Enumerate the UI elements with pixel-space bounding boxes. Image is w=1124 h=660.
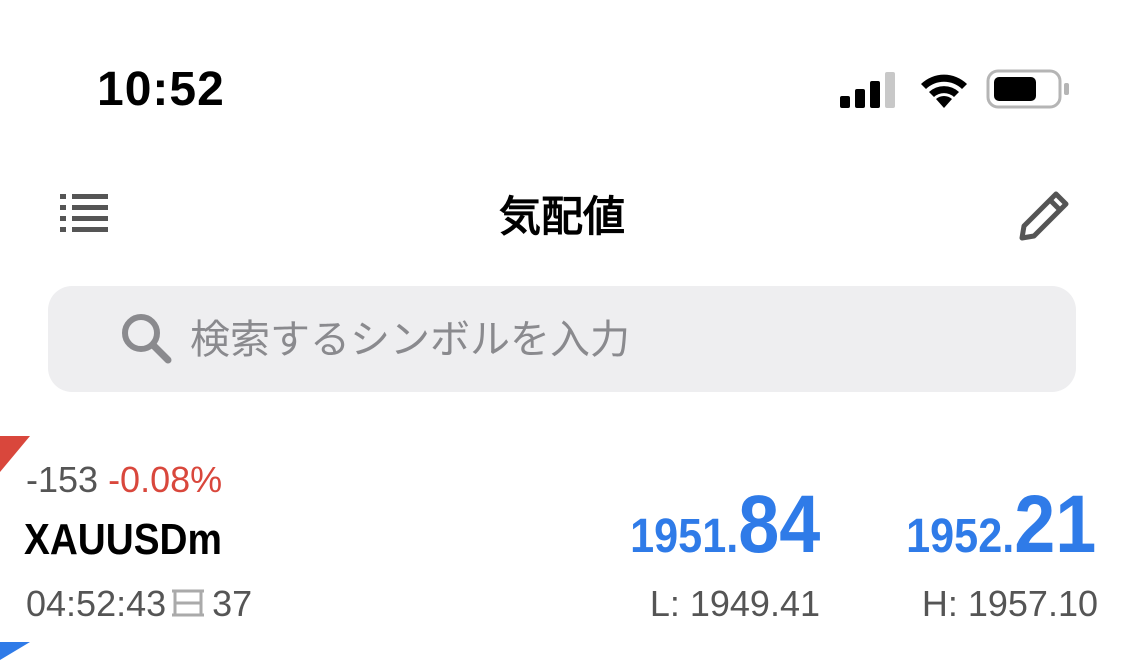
change-info: -153 -0.08%	[26, 458, 222, 502]
search-input[interactable]	[188, 304, 1052, 376]
change-points: -153	[26, 459, 99, 500]
quote-row-xauusdm[interactable]: -153 -0.08% XAUUSDm 04:52:43 37 1951.84 1…	[0, 436, 1124, 660]
search-icon	[122, 314, 172, 364]
wifi-icon	[921, 74, 967, 108]
high-price: H: 1957.10	[921, 583, 1098, 624]
tick-info: 04:52:43 37	[26, 582, 252, 626]
spread-value: 37	[212, 583, 253, 624]
status-time: 10:52	[97, 63, 225, 116]
symbol-name: XAUUSDm	[24, 515, 222, 564]
ask-price-main: 21	[1013, 479, 1096, 570]
bid-price-main: 84	[737, 479, 820, 570]
bid-price-prefix: 1951.	[629, 510, 738, 563]
next-row-indicator	[0, 642, 30, 660]
bid-price: 1951.84	[630, 480, 820, 593]
ask-price: 1952.21	[906, 480, 1096, 593]
pencil-icon[interactable]	[1016, 186, 1074, 244]
change-percent: -0.08%	[108, 459, 223, 500]
cellular-signal-icon	[840, 72, 895, 108]
page-title: 気配値	[498, 193, 625, 240]
low-price: L: 1949.41	[649, 583, 820, 624]
spread-icon	[172, 589, 205, 617]
search-bar[interactable]	[48, 286, 1076, 392]
battery-icon	[986, 69, 1069, 109]
quote-time: 04:52:43	[26, 583, 167, 624]
ask-price-prefix: 1952.	[905, 510, 1014, 563]
